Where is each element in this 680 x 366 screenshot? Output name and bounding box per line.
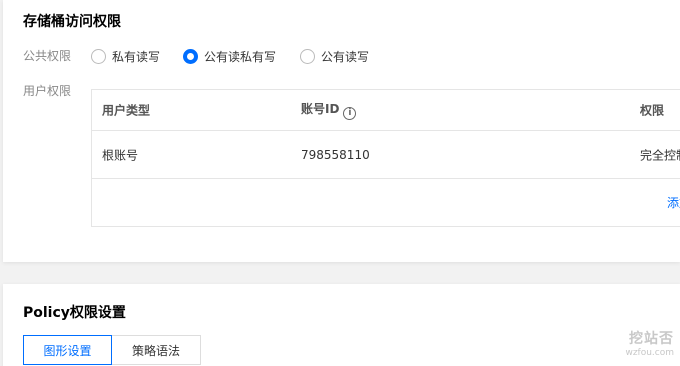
radio-public-rw[interactable]: 公有读写 <box>300 48 369 65</box>
table-row: 根账号 798558110 完全控制 <box>92 131 680 179</box>
radio-public-read-private-write[interactable]: 公有读私有写 <box>183 48 276 65</box>
cell-permission: 完全控制 <box>640 148 680 162</box>
public-permission-label: 公共权限 <box>23 49 72 63</box>
header-account-id: 账号ID i <box>301 100 357 120</box>
cell-account-id: 798558110 <box>301 147 370 162</box>
radio-label: 公有读私有写 <box>204 50 277 64</box>
info-icon[interactable]: i <box>343 107 357 120</box>
radio-label: 公有读写 <box>321 50 370 64</box>
watermark-url: wzfou.com <box>625 348 674 358</box>
user-permission-label: 用户权限 <box>23 84 72 98</box>
bucket-access-card: 存储桶访问权限 公共权限 私有读写 公有读私有写 公有读写 用户权限 用户类型 … <box>3 0 680 262</box>
radio-checked-icon <box>183 49 198 64</box>
user-permission-table: 用户类型 账号IDi 权限 根账号 798558110 完全控制 添加 <box>91 89 680 227</box>
radio-circle-icon <box>91 49 106 64</box>
watermark-logo: 挖站否 wzfou.com <box>625 328 674 358</box>
header-permission: 权限 <box>640 103 665 118</box>
policy-card: Policy权限设置 图形设置 策略语法 <box>3 284 680 366</box>
tab-policy-syntax[interactable]: 策略语法 <box>112 335 201 365</box>
header-user-type: 用户类型 <box>102 103 151 118</box>
tab-graphic-settings[interactable]: 图形设置 <box>23 335 112 365</box>
watermark-text: 挖站否 <box>629 331 674 347</box>
bucket-access-title: 存储桶访问权限 <box>23 14 121 30</box>
policy-title: Policy权限设置 <box>23 305 126 321</box>
radio-label: 私有读写 <box>112 50 161 64</box>
policy-tabs: 图形设置 策略语法 <box>23 335 201 365</box>
cell-user-type: 根账号 <box>102 148 139 162</box>
radio-circle-icon <box>300 49 315 64</box>
table-header: 用户类型 账号ID i 权限 <box>92 90 680 131</box>
header-account-id-text: 账号ID <box>301 102 340 116</box>
radio-private-rw[interactable]: 私有读写 <box>91 48 160 65</box>
add-user-link[interactable]: 添加 <box>667 194 680 211</box>
